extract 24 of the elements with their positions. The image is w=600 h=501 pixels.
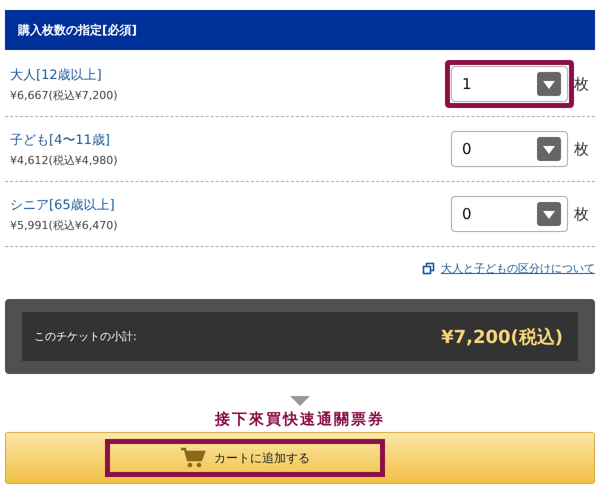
- quantity-select[interactable]: 1: [451, 66, 568, 102]
- annotation-text: 接下來買快速通關票券: [214, 410, 386, 429]
- cart-icon: [180, 447, 206, 469]
- ticket-price: ¥6,667(税込¥7,200): [10, 88, 118, 102]
- ticket-type-label: 大人[12歳以上]: [10, 66, 103, 84]
- subtotal-amount: ¥7,200(税込): [441, 326, 563, 348]
- ticket-type-label: 子ども[4〜11歳]: [10, 132, 111, 148]
- dropdown-icon: [537, 202, 561, 226]
- subtotal-label: このチケットの小計:: [34, 329, 137, 344]
- external-link-icon: [422, 262, 435, 274]
- ticket-type-label: シニア[65歳以上]: [10, 196, 116, 214]
- down-arrow-icon: [290, 396, 310, 406]
- ticket-price: ¥5,991(税込¥6,470): [10, 218, 118, 232]
- unit-label: 枚: [574, 204, 589, 224]
- unit-label: 枚: [574, 140, 589, 158]
- quantity-select[interactable]: 0: [451, 196, 568, 232]
- ticket-price: ¥4,612(税込¥4,980): [10, 152, 118, 168]
- section-header: 購入枚数の指定[必須]: [5, 10, 595, 50]
- dropdown-icon: [537, 72, 561, 96]
- quantity-select[interactable]: 0: [451, 131, 568, 167]
- unit-label: 枚: [574, 74, 589, 94]
- info-link[interactable]: 大人と子どもの区分けについて: [441, 260, 595, 276]
- dropdown-icon: [537, 137, 561, 161]
- add-to-cart-button[interactable]: カートに追加する: [105, 439, 385, 477]
